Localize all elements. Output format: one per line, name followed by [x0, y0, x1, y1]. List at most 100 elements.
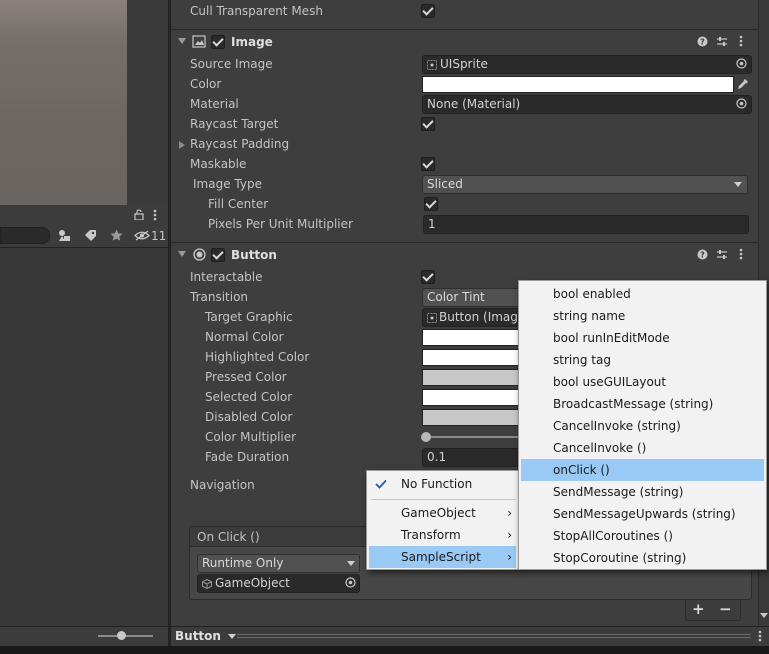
target-graphic-field[interactable]: Button (Image)	[422, 308, 522, 327]
kebab-menu-icon[interactable]	[758, 630, 762, 642]
image-type-value: Sliced	[427, 177, 463, 191]
menu-item-label: GameObject	[401, 506, 476, 520]
pressed-color-swatch[interactable]	[422, 369, 522, 386]
method-item[interactable]: bool enabled	[519, 283, 766, 305]
image-component-header[interactable]: Image ?	[171, 29, 758, 53]
context-menu-icon[interactable]	[739, 35, 743, 47]
cull-transparent-mesh-label: Cull Transparent Mesh	[190, 4, 323, 18]
method-item-label: SendMessage (string)	[553, 485, 684, 499]
transition-dropdown[interactable]: Color Tint	[422, 288, 522, 307]
method-item[interactable]: CancelInvoke (string)	[519, 415, 766, 437]
color-multiplier-slider-track[interactable]	[424, 436, 520, 438]
method-item[interactable]: bool useGUILayout	[519, 371, 766, 393]
object-picker-icon[interactable]	[345, 577, 356, 588]
method-item[interactable]: bool runInEditMode	[519, 327, 766, 349]
raycast-padding-foldout-icon[interactable]	[179, 141, 185, 149]
bottom-component-dropdown[interactable]: Button	[175, 629, 237, 645]
kebab-menu-icon[interactable]	[153, 209, 157, 221]
menu-item-transform[interactable]: Transform ›	[367, 524, 518, 546]
runtime-mode-dropdown[interactable]: Runtime Only	[197, 554, 360, 573]
scroll-down-arrow-icon[interactable]	[760, 613, 768, 618]
scene-view[interactable]	[0, 0, 127, 205]
button-enabled-checkbox[interactable]	[211, 248, 225, 262]
normal-color-swatch[interactable]	[422, 329, 522, 346]
submenu-arrow-icon: ›	[507, 528, 512, 542]
image-type-label: Image Type	[193, 177, 262, 191]
submenu-arrow-icon: ›	[507, 550, 512, 564]
material-picker-icon[interactable]	[736, 98, 747, 109]
method-item-label: CancelInvoke (string)	[553, 419, 681, 433]
selected-color-swatch[interactable]	[422, 389, 522, 406]
method-item[interactable]: string tag	[519, 349, 766, 371]
remove-event-button[interactable]: −	[719, 600, 732, 618]
image-type-dropdown[interactable]: Sliced	[422, 175, 748, 194]
method-item-onclick[interactable]: onClick ()	[521, 459, 764, 481]
raycast-padding-label[interactable]: Raycast Padding	[190, 137, 289, 151]
foldout-arrow-icon[interactable]	[178, 38, 186, 44]
hierarchy-body[interactable]	[0, 248, 168, 626]
button-component-header[interactable]: Button ?	[171, 242, 758, 266]
image-component-icon	[192, 35, 206, 48]
method-item[interactable]: string name	[519, 305, 766, 327]
material-label: Material	[190, 97, 239, 111]
raycast-target-checkbox[interactable]	[421, 117, 435, 131]
transition-value: Color Tint	[427, 290, 485, 304]
menu-item-no-function[interactable]: No Function	[367, 473, 518, 495]
object-picker-icon[interactable]	[736, 58, 747, 69]
target-object-field[interactable]: GameObject	[197, 574, 360, 593]
favorite-star-icon[interactable]	[110, 229, 123, 242]
filter-type-icon[interactable]	[58, 229, 72, 242]
method-item[interactable]: SendMessage (string)	[519, 481, 766, 503]
method-item-label: bool enabled	[553, 287, 631, 301]
status-strip	[0, 646, 769, 654]
method-item[interactable]: SendMessageUpwards (string)	[519, 503, 766, 525]
disabled-color-label: Disabled Color	[205, 410, 293, 424]
disabled-color-swatch[interactable]	[422, 409, 522, 426]
material-field[interactable]: None (Material)	[422, 95, 752, 114]
runtime-mode-value: Runtime Only	[202, 556, 284, 570]
onclick-title: On Click ()	[197, 530, 260, 544]
hierarchy-search-input[interactable]	[0, 227, 50, 244]
menu-item-samplescript[interactable]: SampleScript ›	[369, 546, 516, 568]
image-enabled-checkbox[interactable]	[211, 35, 225, 49]
foldout-arrow-icon[interactable]	[178, 251, 186, 257]
presets-sliders-icon[interactable]	[716, 36, 728, 47]
hidden-objects-eye-icon[interactable]	[134, 230, 150, 241]
color-swatch[interactable]	[422, 76, 734, 93]
method-item[interactable]: BroadcastMessage (string)	[519, 393, 766, 415]
source-image-field[interactable]: UISprite	[422, 55, 752, 74]
pixels-per-unit-field[interactable]: 1	[423, 215, 749, 234]
presets-sliders-icon[interactable]	[716, 249, 728, 260]
fill-center-checkbox[interactable]	[424, 197, 438, 211]
gameobject-cube-icon	[202, 578, 212, 589]
method-item[interactable]: StopAllCoroutines ()	[519, 525, 766, 547]
help-icon[interactable]: ?	[697, 249, 708, 260]
method-item[interactable]: CancelInvoke ()	[519, 437, 766, 459]
svg-text:?: ?	[700, 251, 705, 260]
raycast-target-label: Raycast Target	[190, 117, 279, 131]
hierarchy-toolbar: 11	[0, 205, 168, 248]
maskable-checkbox[interactable]	[421, 157, 435, 171]
highlighted-color-swatch[interactable]	[422, 349, 522, 366]
zoom-slider-handle[interactable]	[117, 631, 126, 640]
image-component-title: Image	[231, 35, 273, 49]
context-menu-icon[interactable]	[739, 248, 743, 260]
cull-transparent-mesh-checkbox[interactable]	[421, 4, 435, 18]
menu-item-label: No Function	[401, 477, 473, 491]
lock-icon[interactable]	[134, 209, 144, 220]
fade-duration-field[interactable]: 0.1	[422, 448, 522, 467]
label-tag-icon[interactable]	[84, 229, 97, 242]
resize-grip[interactable]	[237, 634, 751, 638]
eyedropper-icon[interactable]	[737, 78, 749, 90]
menu-item-label: SampleScript	[401, 550, 481, 564]
color-multiplier-slider-handle[interactable]	[421, 432, 431, 442]
add-event-button[interactable]: +	[692, 600, 705, 618]
fade-duration-label: Fade Duration	[205, 450, 290, 464]
color-multiplier-label: Color Multiplier	[205, 430, 297, 444]
checkmark-icon	[375, 479, 387, 489]
method-item[interactable]: StopCoroutine (string)	[519, 547, 766, 569]
menu-item-gameobject[interactable]: GameObject ›	[367, 502, 518, 524]
help-icon[interactable]: ?	[697, 36, 708, 47]
button-component-title: Button	[231, 248, 277, 262]
interactable-checkbox[interactable]	[421, 270, 435, 284]
